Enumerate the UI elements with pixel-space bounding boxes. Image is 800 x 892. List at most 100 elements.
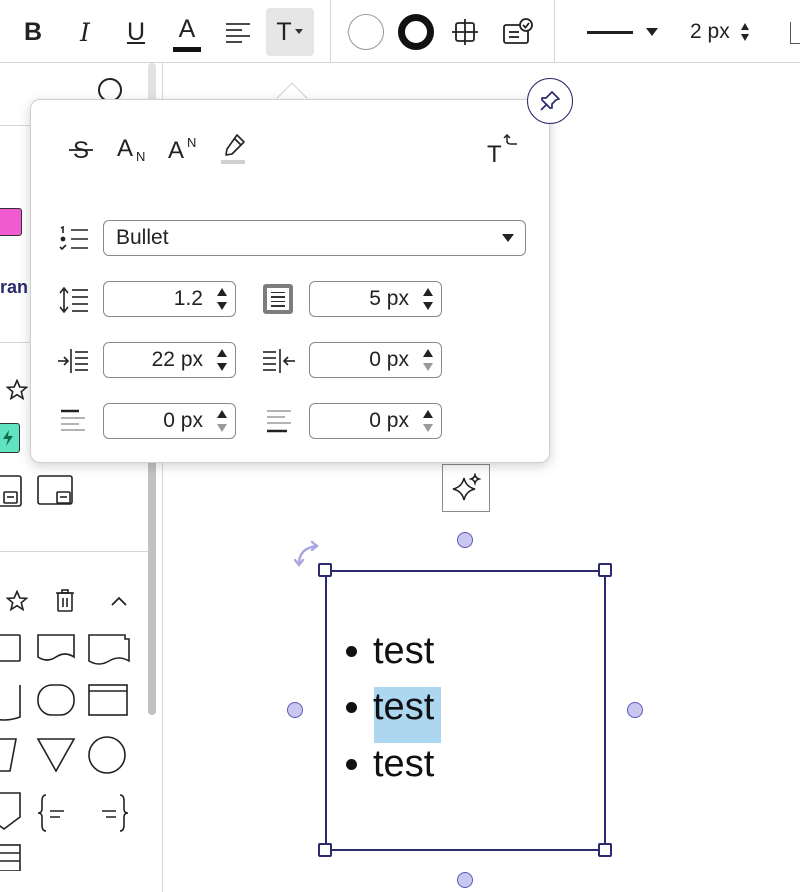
list-type-icon — [59, 226, 88, 251]
indent-left-value: 22 px — [151, 348, 203, 371]
align-button[interactable] — [222, 14, 254, 50]
scrollbar-thumb[interactable] — [148, 453, 156, 715]
bullet-dot — [346, 702, 357, 713]
line-end-icon[interactable] — [790, 22, 800, 44]
list-shape-icon — [0, 844, 21, 871]
trash-icon[interactable] — [55, 589, 75, 613]
space-before-input[interactable]: 0 px — [103, 403, 236, 439]
underline-button[interactable]: U — [121, 14, 151, 50]
underline-label: U — [126, 17, 146, 46]
device-shape-icon[interactable] — [0, 475, 24, 509]
star-icon[interactable] — [6, 590, 28, 612]
paragraph-spacing-toggle[interactable] — [263, 284, 293, 314]
stepper-arrows-icon[interactable] — [422, 349, 434, 371]
stepper-arrows-icon[interactable] — [216, 288, 228, 310]
svg-text:A: A — [168, 137, 184, 164]
formatting-toolbar: B I U A T 2 px — [0, 0, 800, 63]
align-left-icon — [226, 23, 250, 43]
font-color-label: A — [178, 14, 196, 43]
cylinder-shape-icon — [37, 684, 75, 716]
bullet-text: test — [373, 686, 435, 728]
bold-button[interactable]: B — [18, 14, 48, 50]
rotate-icon[interactable] — [294, 540, 324, 570]
bullet-text: test — [373, 630, 435, 672]
list-type-value: Bullet — [116, 226, 169, 249]
caret-down-icon — [294, 29, 303, 34]
resize-handle-top-right[interactable] — [598, 563, 612, 577]
caret-down-icon — [646, 28, 658, 36]
fill-color-swatch — [348, 14, 384, 50]
italic-button[interactable]: I — [70, 14, 100, 50]
panel-divider — [0, 551, 148, 552]
line-color-button[interactable] — [397, 13, 435, 51]
paragraph-spacing-input[interactable]: 5 px — [309, 281, 442, 317]
text-options-popover: S A N A N T Bullet 1.2 5 px 22 px 0 px 0… — [30, 99, 550, 463]
italic-label: I — [80, 17, 90, 47]
star-icon[interactable] — [6, 379, 28, 401]
stepper-arrows-icon[interactable] — [216, 410, 228, 432]
integration-swatch[interactable] — [0, 423, 20, 453]
stepper-arrows-icon — [740, 23, 749, 41]
indent-left-input[interactable]: 22 px — [103, 342, 236, 378]
multi-document-shape-icon — [88, 634, 130, 665]
panel-label: ran — [0, 277, 29, 297]
pink-swatch[interactable] — [0, 208, 22, 236]
connector-handle-bottom[interactable] — [457, 872, 473, 888]
line-color-swatch — [398, 14, 434, 50]
fill-color-button[interactable] — [347, 13, 385, 51]
resize-handle-bottom-right[interactable] — [598, 843, 612, 857]
clear-formatting-icon[interactable]: T — [487, 134, 519, 166]
internal-storage-shape-icon — [88, 684, 128, 716]
paragraph-spacing-value: 5 px — [369, 287, 409, 310]
highlighter-icon[interactable] — [219, 132, 249, 166]
space-after-value: 0 px — [369, 409, 409, 432]
line-spacing-value: 1.2 — [173, 287, 203, 310]
line-width-stepper[interactable]: 2 px — [690, 16, 770, 48]
svg-text:N: N — [187, 135, 196, 150]
pin-popover-button[interactable] — [527, 78, 573, 124]
bullet-text: test — [373, 743, 435, 785]
text-options-button[interactable]: T — [266, 8, 314, 56]
svg-text:A: A — [117, 135, 133, 162]
stepper-arrows-icon[interactable] — [422, 288, 434, 310]
pin-icon — [540, 91, 560, 111]
device-shape-icon[interactable] — [37, 475, 75, 509]
process-shape-icon — [0, 634, 21, 662]
subscript-icon[interactable]: A N — [117, 134, 151, 164]
line-style-preview — [587, 30, 633, 34]
svg-text:T: T — [487, 141, 502, 166]
strikethrough-icon[interactable]: S — [67, 136, 95, 164]
connector-handle-right[interactable] — [627, 702, 643, 718]
offpage-shape-icon — [0, 792, 21, 830]
connector-handle-left[interactable] — [287, 702, 303, 718]
caret-down-icon — [502, 234, 514, 242]
brace-shape-icon — [102, 794, 129, 832]
connector-handle-top[interactable] — [457, 532, 473, 548]
space-before-value: 0 px — [163, 409, 203, 432]
superscript-icon[interactable]: A N — [168, 134, 202, 164]
shape-check-button[interactable] — [500, 14, 536, 50]
stepper-arrows-icon[interactable] — [422, 410, 434, 432]
bullet-item[interactable]: test — [346, 743, 434, 786]
crop-button[interactable] — [448, 14, 482, 50]
resize-handle-bottom-left[interactable] — [318, 843, 332, 857]
chevron-up-icon[interactable] — [110, 595, 128, 607]
list-type-select[interactable]: Bullet — [103, 220, 526, 256]
line-spacing-input[interactable]: 1.2 — [103, 281, 236, 317]
paragraph-spacing-icon — [267, 288, 289, 310]
font-color-bar — [173, 46, 201, 52]
display-shape-icon — [0, 738, 17, 772]
ai-assist-button[interactable] — [442, 464, 490, 512]
document-shape-icon — [37, 634, 75, 661]
stepper-arrows-icon[interactable] — [216, 349, 228, 371]
font-color-button[interactable]: A — [170, 10, 204, 56]
line-style-dropdown[interactable] — [586, 18, 660, 46]
crop-frame-icon — [452, 19, 478, 45]
bullet-item-selected[interactable]: test — [346, 686, 434, 729]
space-after-input[interactable]: 0 px — [309, 403, 442, 439]
bullet-item[interactable]: test — [346, 630, 434, 673]
database-shape-icon — [0, 685, 21, 721]
indent-right-input[interactable]: 0 px — [309, 342, 442, 378]
line-spacing-icon — [59, 286, 88, 314]
lightning-icon — [3, 430, 13, 446]
